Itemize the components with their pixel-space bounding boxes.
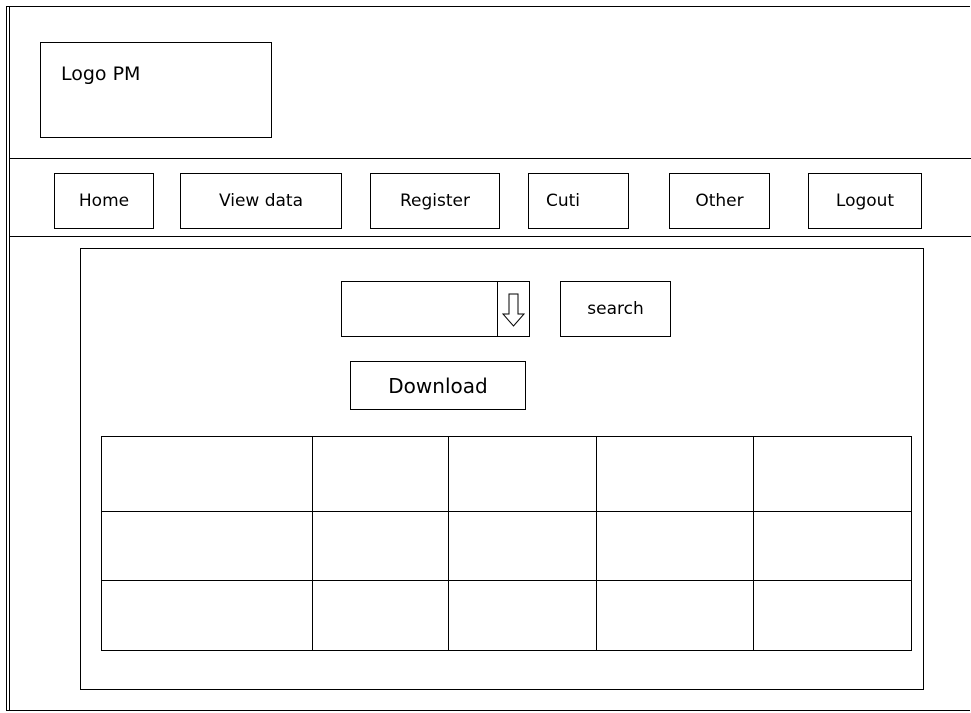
- table-row: [101, 580, 912, 651]
- table-cell: [596, 580, 754, 651]
- nav-register[interactable]: Register: [370, 173, 500, 229]
- nav-cuti[interactable]: Cuti: [528, 173, 629, 229]
- download-button[interactable]: Download: [350, 361, 526, 410]
- table-cell: [753, 436, 912, 512]
- table-cell: [101, 580, 313, 651]
- frame-inner-border: [9, 6, 10, 711]
- table-cell: [448, 511, 597, 581]
- header-divider: [9, 158, 971, 159]
- table-cell: [753, 580, 912, 651]
- table-row: [101, 511, 912, 581]
- nav-logout[interactable]: Logout: [808, 173, 922, 229]
- table-cell: [312, 511, 449, 581]
- nav-home[interactable]: Home: [54, 173, 154, 229]
- filter-dropdown[interactable]: [341, 281, 530, 337]
- logo-box: Logo PM: [40, 42, 272, 138]
- search-button[interactable]: search: [560, 281, 671, 337]
- table-cell: [596, 436, 754, 512]
- logo-text: Logo PM: [61, 63, 141, 85]
- table-cell: [448, 580, 597, 651]
- table-cell: [101, 436, 313, 512]
- table-row: [101, 436, 912, 512]
- table-cell: [596, 511, 754, 581]
- data-table: [101, 436, 912, 651]
- table-cell: [101, 511, 313, 581]
- table-cell: [312, 580, 449, 651]
- dropdown-toggle[interactable]: [497, 282, 529, 336]
- down-arrow-icon: [501, 293, 526, 327]
- table-cell: [448, 436, 597, 512]
- nav-other[interactable]: Other: [669, 173, 770, 229]
- nav-divider: [9, 236, 971, 237]
- table-cell: [753, 511, 912, 581]
- table-cell: [312, 436, 449, 512]
- nav-view-data[interactable]: View data: [180, 173, 342, 229]
